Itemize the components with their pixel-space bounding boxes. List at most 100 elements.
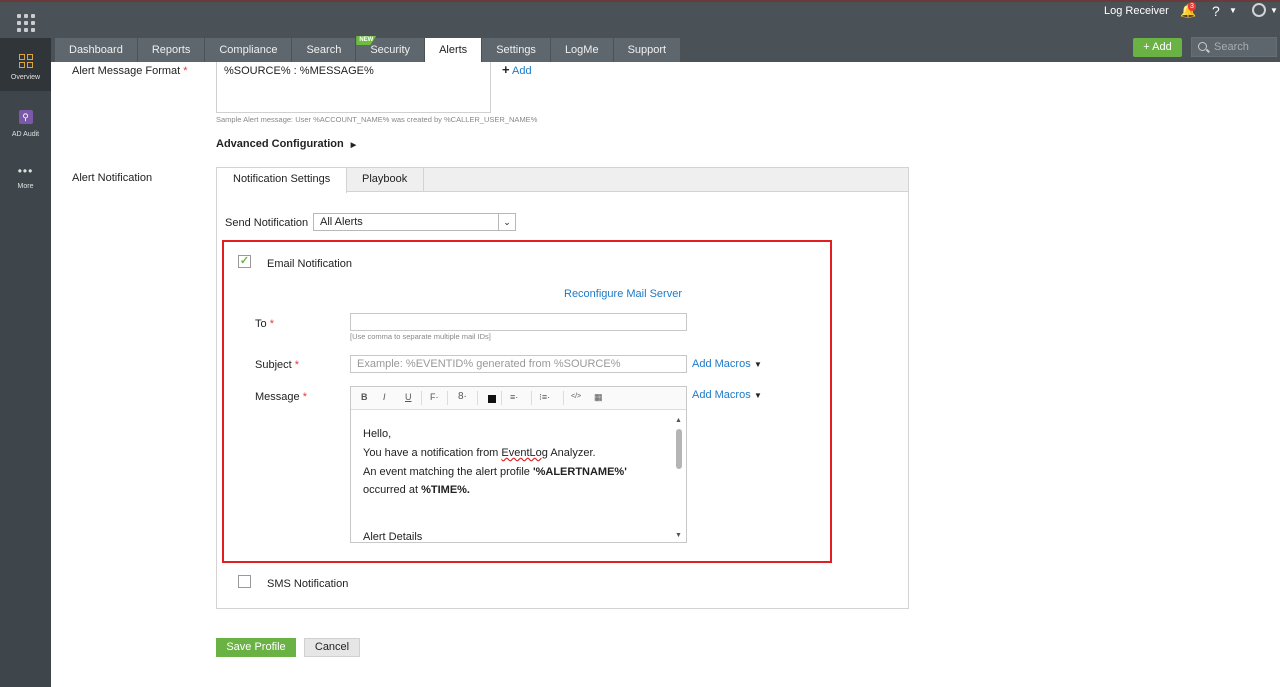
plus-icon: + xyxy=(502,62,510,77)
table-button[interactable]: ▦ xyxy=(594,392,603,403)
advanced-configuration-toggle[interactable]: Advanced Configuration ▶ xyxy=(216,138,356,150)
subject-field[interactable]: Example: %EVENTID% generated from %SOURC… xyxy=(350,355,687,373)
message-text: You have a notification from xyxy=(363,446,502,459)
tab-playbook[interactable]: Playbook xyxy=(346,168,425,192)
tab-support[interactable]: Support xyxy=(613,38,682,62)
tab-settings[interactable]: Settings xyxy=(482,38,551,62)
reconfigure-mail-server-link[interactable]: Reconfigure Mail Server xyxy=(564,288,682,300)
add-button-label: Add xyxy=(1152,41,1172,53)
toolbar-divider xyxy=(501,391,502,405)
apps-grid-icon[interactable] xyxy=(17,14,35,32)
toolbar-divider xyxy=(447,391,448,405)
alert-message-format-field[interactable]: %SOURCE% : %MESSAGE% xyxy=(216,62,491,113)
editor-content[interactable]: Hello, You have a notification from Even… xyxy=(351,410,686,543)
misspelled-word: EventLog xyxy=(501,446,548,459)
tab-search[interactable]: Search xyxy=(292,38,357,62)
chevron-down-icon[interactable]: ▼ xyxy=(1270,6,1278,15)
tab-label: Search xyxy=(306,44,342,56)
caret-down-icon[interactable]: ▼ xyxy=(754,391,762,400)
tab-label: Security xyxy=(370,44,411,56)
scroll-down-icon[interactable]: ▼ xyxy=(675,532,682,539)
tab-label: Dashboard xyxy=(69,44,123,56)
tab-label: Support xyxy=(627,44,667,56)
tab-logme[interactable]: LogMe xyxy=(550,38,614,62)
list-button[interactable]: ⁝≡· xyxy=(539,392,550,403)
message-add-macros-link[interactable]: Add Macros xyxy=(692,389,751,401)
add-button[interactable]: + Add xyxy=(1133,38,1182,57)
sidebar-item-label: Overview xyxy=(10,74,41,81)
underline-button[interactable]: U xyxy=(405,392,412,402)
sidebar-item-label: More xyxy=(17,183,34,190)
required-marker: * xyxy=(302,391,307,403)
sms-notification-checkbox[interactable] xyxy=(238,575,251,588)
editor-scrollbar[interactable]: ▲ ▼ xyxy=(675,417,683,539)
user-avatar-icon[interactable] xyxy=(1252,3,1266,17)
alert-notification-label: Alert Notification xyxy=(72,172,153,184)
tab-label: Reports xyxy=(151,44,191,56)
font-size-button[interactable]: 8· xyxy=(458,391,467,402)
message-line: Hello, xyxy=(363,428,392,440)
sidebar-item-ad-audit[interactable]: ⚲ AD Audit xyxy=(0,110,51,144)
caret-right-icon: ▶ xyxy=(350,142,357,149)
log-receiver-link[interactable]: Log Receiver xyxy=(1104,5,1169,17)
scrollbar-thumb[interactable] xyxy=(676,429,682,469)
message-text: occurred at xyxy=(363,484,422,497)
text-color-button[interactable] xyxy=(488,395,496,403)
overview-icon xyxy=(18,54,33,68)
required-marker: * xyxy=(183,65,188,77)
add-link-label: Add xyxy=(512,65,532,77)
help-icon[interactable]: ? xyxy=(1212,3,1220,19)
main-tabs: Dashboard Reports Compliance Search NEW … xyxy=(55,36,682,62)
toolbar-divider xyxy=(477,391,478,405)
tab-compliance[interactable]: Compliance xyxy=(205,38,293,62)
chevron-down-icon[interactable]: ▼ xyxy=(1229,6,1237,15)
send-notification-label: Send Notification xyxy=(225,217,309,229)
panel-tabs: Notification Settings Playbook xyxy=(217,168,908,193)
source-code-button[interactable]: </> xyxy=(571,393,581,400)
toolbar-divider xyxy=(563,391,564,405)
search-icon xyxy=(1198,42,1207,51)
tab-security[interactable]: NEW Security xyxy=(356,36,426,62)
message-line: An event matching the alert profile '%AL… xyxy=(363,463,674,482)
more-icon: ••• xyxy=(17,164,34,178)
chevron-down-icon[interactable]: ⌄ xyxy=(498,214,515,230)
select-value: All Alerts xyxy=(320,216,363,228)
tab-reports[interactable]: Reports xyxy=(137,38,206,62)
sidebar-item-overview[interactable]: Overview xyxy=(0,38,51,91)
tab-dashboard[interactable]: Dashboard xyxy=(55,38,138,62)
message-line: occurred at %TIME%. xyxy=(363,481,674,500)
subject-label: Subject * xyxy=(255,359,299,371)
scroll-up-icon[interactable]: ▲ xyxy=(675,417,682,424)
send-notification-select[interactable]: All Alerts ⌄ xyxy=(313,213,516,231)
save-profile-button[interactable]: Save Profile xyxy=(216,638,296,657)
sample-message: Sample Alert message: User %ACCOUNT_NAME… xyxy=(216,115,538,124)
tab-notification-settings[interactable]: Notification Settings xyxy=(217,168,348,193)
email-notification-label: Email Notification xyxy=(267,258,352,270)
notification-badge: 3 xyxy=(1188,2,1196,11)
label-text: To xyxy=(255,318,267,330)
required-marker: * xyxy=(269,318,274,330)
message-text: Analyzer. xyxy=(547,446,596,459)
to-field[interactable] xyxy=(350,313,687,331)
font-family-button[interactable]: F· xyxy=(430,392,439,402)
time-macro: %TIME%. xyxy=(421,484,470,497)
to-hint: [Use comma to separate multiple mail IDs… xyxy=(350,332,491,341)
tab-alerts[interactable]: Alerts xyxy=(425,38,483,62)
tab-label: Alerts xyxy=(439,44,468,56)
bold-button[interactable]: B xyxy=(361,392,368,402)
message-line: Alert Details xyxy=(363,531,423,543)
add-macro-link[interactable]: + Add xyxy=(502,62,532,77)
sidebar-item-more[interactable]: ••• More xyxy=(0,165,51,195)
caret-down-icon[interactable]: ▼ xyxy=(754,360,762,369)
cancel-button[interactable]: Cancel xyxy=(304,638,360,657)
message-text: An event matching the alert profile xyxy=(363,465,533,478)
sidebar-item-label: AD Audit xyxy=(11,131,40,138)
tab-label: Compliance xyxy=(219,44,278,56)
message-editor[interactable]: B I U F· 8· ≡· ⁝≡· </> ▦ Hello, You have… xyxy=(350,386,687,543)
subject-add-macros-link[interactable]: Add Macros xyxy=(692,358,751,370)
message-label: Message * xyxy=(255,391,307,403)
required-marker: * xyxy=(294,359,300,371)
italic-button[interactable]: I xyxy=(383,392,386,402)
align-button[interactable]: ≡· xyxy=(510,392,518,402)
email-notification-checkbox[interactable]: ✓ xyxy=(238,255,251,268)
